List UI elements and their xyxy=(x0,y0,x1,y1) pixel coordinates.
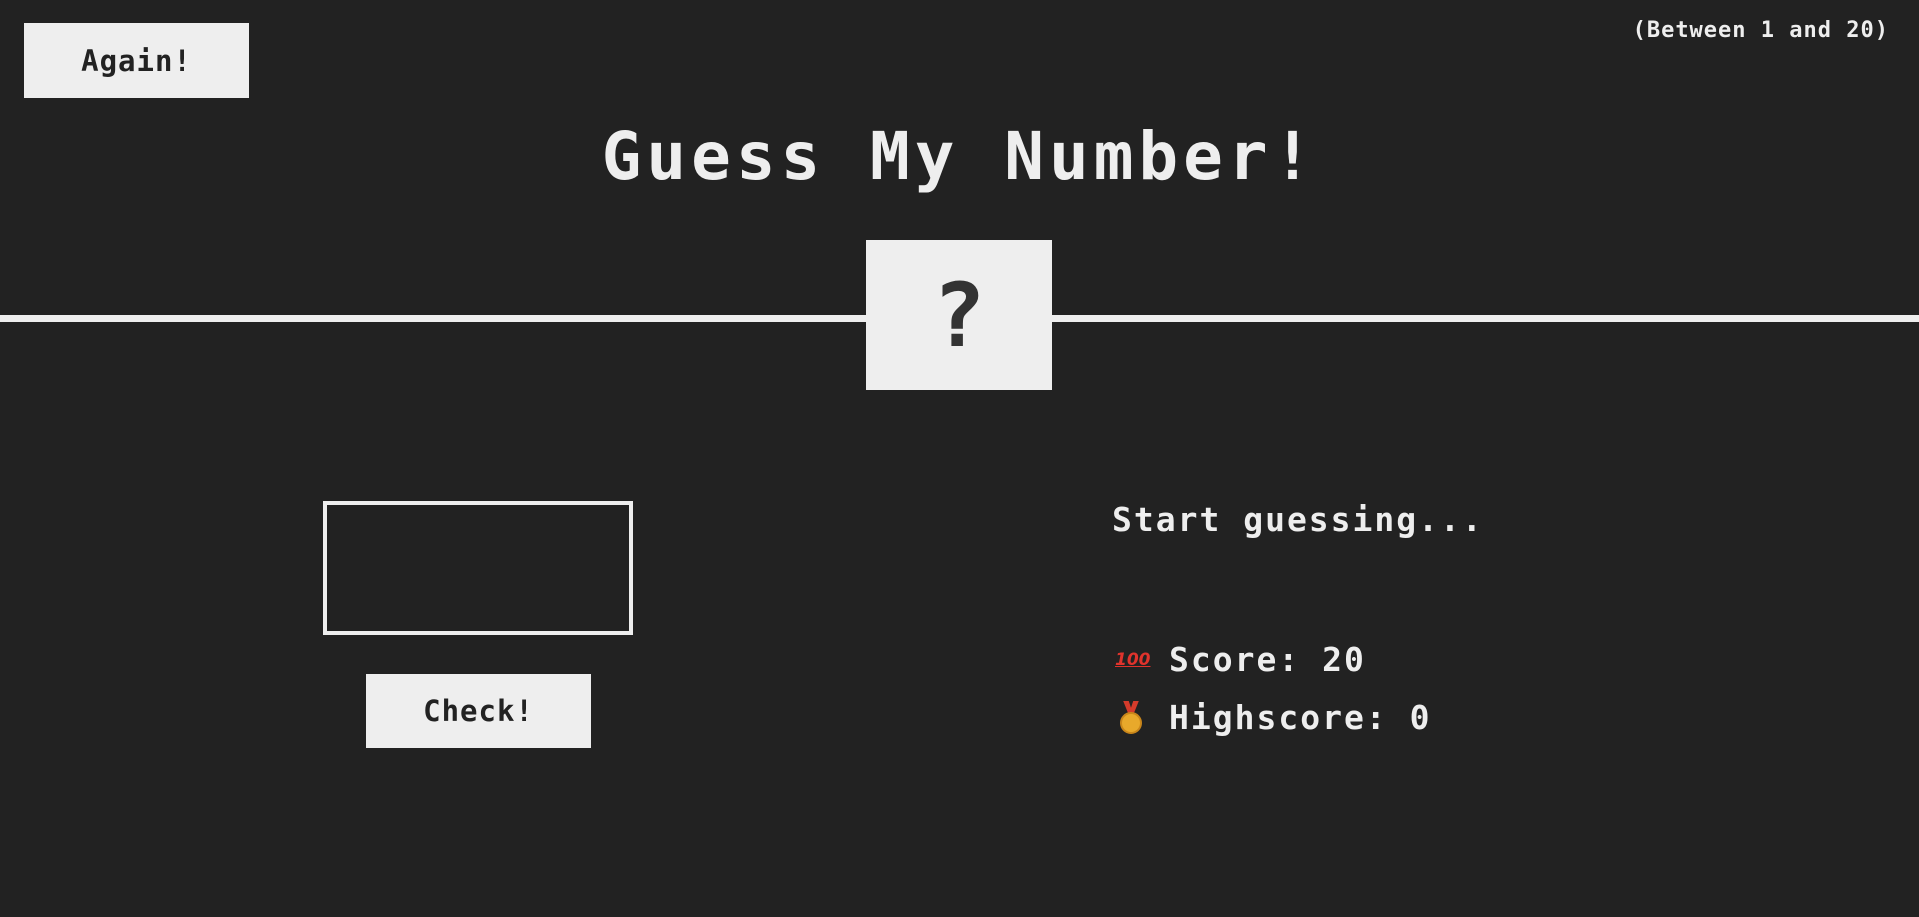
score-label: Score: xyxy=(1169,640,1301,679)
again-button[interactable]: Again! xyxy=(24,23,249,98)
status-message: Start guessing... xyxy=(1112,500,1484,539)
hundred-points-icon: 100 xyxy=(1115,649,1151,670)
score-value: 20 xyxy=(1322,640,1366,679)
highscore-label: Highscore: xyxy=(1169,698,1388,737)
range-hint: (Between 1 and 20) xyxy=(1632,18,1889,43)
page-title: Guess My Number! xyxy=(601,118,1318,195)
secret-number-box: ? xyxy=(866,240,1052,390)
game-page: Again! (Between 1 and 20) Guess My Numbe… xyxy=(0,0,1919,917)
medal-icon xyxy=(1115,700,1147,735)
highscore-row: Highscore: 0 xyxy=(1115,698,1431,737)
guess-input[interactable] xyxy=(323,501,633,635)
score-row: 100 Score: 20 xyxy=(1115,640,1366,679)
highscore-value: 0 xyxy=(1409,698,1432,737)
check-button[interactable]: Check! xyxy=(366,674,591,748)
